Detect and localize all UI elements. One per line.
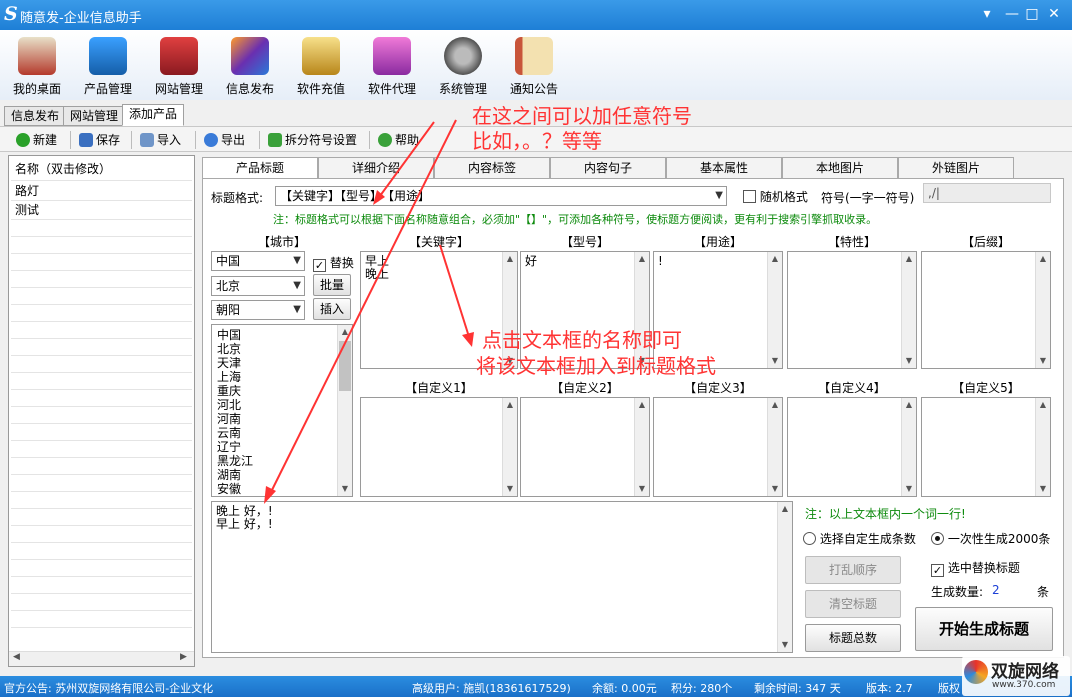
status-remaining: 剩余时间: 347 天: [754, 682, 841, 695]
status-balance: 余额: 0.00元: [592, 682, 657, 695]
watermark-domain: www.370.com: [992, 680, 1056, 690]
brand-logo-icon: [964, 660, 988, 684]
annotation-text: 将该文本框加入到标题格式: [476, 354, 716, 378]
status-rights: 版权: [938, 682, 960, 695]
status-notice[interactable]: 官方公告: 苏州双旋网络有限公司-企业文化: [4, 680, 213, 696]
annotation-arrow-long: [267, 119, 457, 499]
watermark-brand: 双旋网络: [991, 662, 1059, 682]
arrowhead: [462, 332, 474, 347]
status-version: 版本: 2.7: [866, 682, 913, 695]
arrowhead: [264, 486, 276, 504]
status-bar: 官方公告: 苏州双旋网络有限公司-企业文化 高级用户: 施凯(183616175…: [0, 676, 1072, 697]
annotation-text: 点击文本框的名称即可: [482, 328, 682, 352]
status-user: 高级用户: 施凯(18361617529): [412, 682, 571, 695]
watermark: 双旋网络 www.370.com: [962, 656, 1070, 696]
annotation-arrow-mid: [439, 244, 471, 341]
annotation-arrow-top: [376, 121, 435, 201]
status-points: 积分: 280个: [671, 682, 733, 695]
annotation-text: 比如，。？等等: [472, 129, 602, 153]
